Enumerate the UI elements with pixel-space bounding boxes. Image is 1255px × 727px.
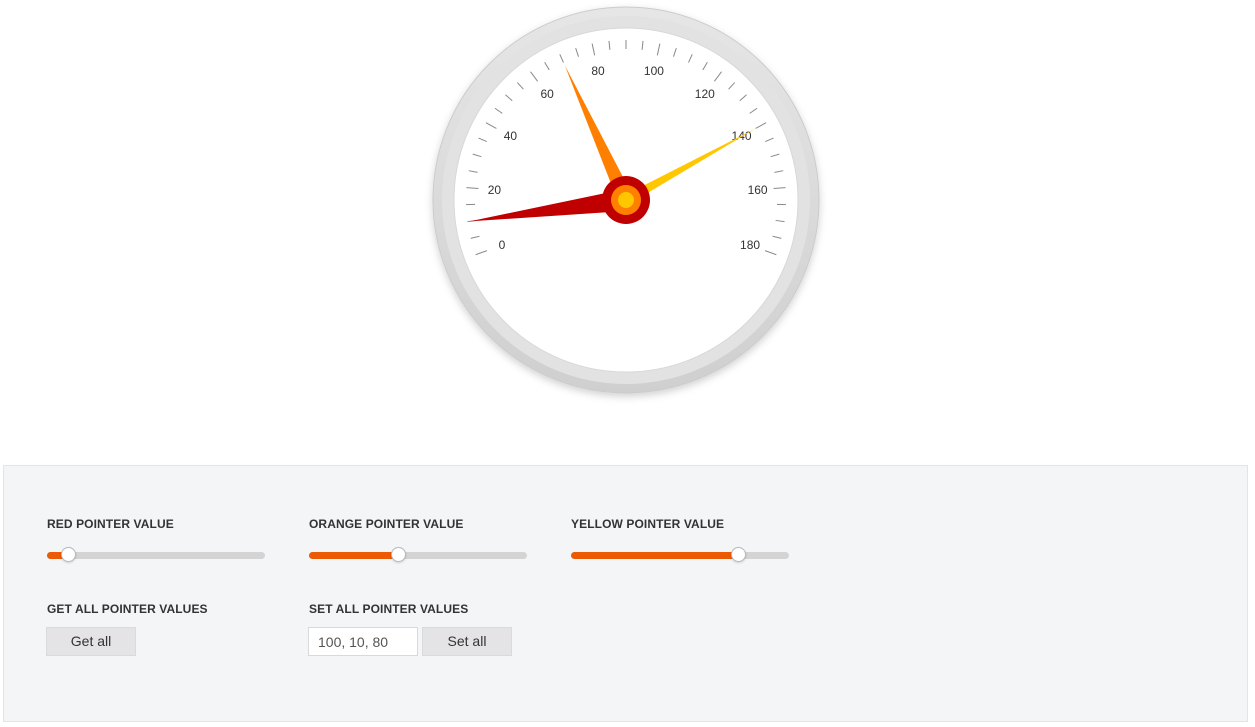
slider-handle[interactable] <box>731 547 746 562</box>
slider-fill <box>309 552 398 559</box>
yellow-pointer-cap <box>618 192 634 208</box>
get-all-label: GET ALL POINTER VALUES <box>47 602 208 616</box>
yellow-pointer-slider[interactable] <box>571 546 789 564</box>
tick-label: 160 <box>748 183 768 197</box>
slider-fill <box>571 552 738 559</box>
slider-handle[interactable] <box>391 547 406 562</box>
red-pointer-slider[interactable] <box>47 546 265 564</box>
set-all-button[interactable]: Set all <box>422 627 512 656</box>
set-all-label: SET ALL POINTER VALUES <box>309 602 469 616</box>
tick-label: 60 <box>540 87 554 101</box>
tick-label: 80 <box>591 64 605 78</box>
get-all-button[interactable]: Get all <box>46 627 136 656</box>
page: 020406080100120140160180 RED POINTER VAL… <box>0 0 1255 727</box>
tick-label: 20 <box>488 183 502 197</box>
slider-track[interactable] <box>47 552 265 559</box>
yellow-pointer-label: YELLOW POINTER VALUE <box>571 517 725 531</box>
configurator-panel: RED POINTER VALUE ORANGE POINTER VALUE Y… <box>3 465 1248 722</box>
radial-gauge: 020406080100120140160180 <box>0 0 1255 460</box>
tick-label: 0 <box>499 238 506 252</box>
orange-pointer-label: ORANGE POINTER VALUE <box>309 517 464 531</box>
tick-label: 120 <box>695 87 715 101</box>
slider-handle[interactable] <box>61 547 76 562</box>
gauge-svg: 020406080100120140160180 <box>432 6 820 394</box>
orange-pointer-slider[interactable] <box>309 546 527 564</box>
tick-label: 100 <box>644 64 664 78</box>
pointer-values-input[interactable] <box>308 627 418 656</box>
tick-label: 40 <box>504 129 518 143</box>
red-pointer-label: RED POINTER VALUE <box>47 517 174 531</box>
tick-label: 180 <box>740 238 760 252</box>
